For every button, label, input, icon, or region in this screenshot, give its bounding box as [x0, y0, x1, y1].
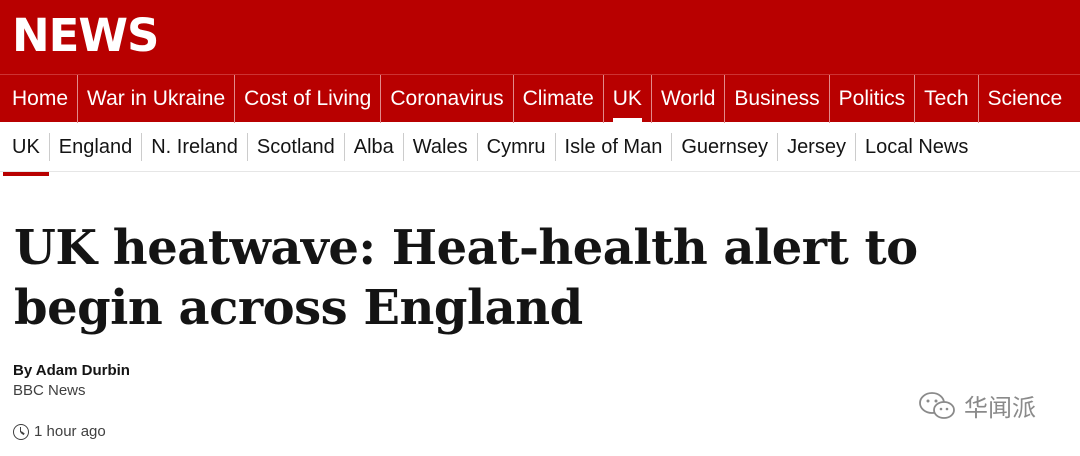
nav-item-cost-of-living[interactable]: Cost of Living: [235, 74, 382, 123]
clock-icon: [13, 423, 29, 440]
nav-item-climate[interactable]: Climate: [514, 74, 604, 123]
subnav-item-cymru[interactable]: Cymru: [478, 132, 556, 161]
subnav-item-isle-of-man[interactable]: Isle of Man: [556, 132, 673, 161]
timestamp-text: 1 hour ago: [34, 423, 106, 440]
nav-item-tech[interactable]: Tech: [915, 74, 979, 123]
byline-organisation: BBC News: [13, 382, 86, 399]
subnav-item-jersey[interactable]: Jersey: [778, 132, 856, 161]
article-headline: UK heatwave: Heat-health alert to begin …: [14, 218, 1064, 338]
subnav-item-england[interactable]: England: [50, 132, 143, 161]
nav-item-politics[interactable]: Politics: [830, 74, 916, 123]
nav-item-business[interactable]: Business: [725, 74, 830, 123]
subnav-item-uk[interactable]: UK: [3, 132, 50, 176]
subnav-item-guernsey[interactable]: Guernsey: [672, 132, 779, 161]
subnav-item-alba[interactable]: Alba: [345, 132, 404, 161]
watermark-text: 华闻派: [964, 394, 1036, 422]
headline-line-2: begin across England: [14, 280, 583, 336]
nav-item-uk[interactable]: UK: [604, 74, 652, 123]
news-logo[interactable]: NEWS: [12, 11, 159, 61]
subnav-item-n-ireland[interactable]: N. Ireland: [142, 132, 248, 161]
subnav-item-wales[interactable]: Wales: [404, 132, 478, 161]
nav-item-war-in-ukraine[interactable]: War in Ukraine: [78, 74, 236, 123]
watermark: 华闻派: [918, 388, 1036, 423]
nav-item-world[interactable]: World: [652, 74, 726, 123]
article-timestamp: 1 hour ago: [13, 423, 106, 440]
byline-author: By Adam Durbin: [13, 362, 130, 379]
nav-item-home[interactable]: Home: [3, 74, 79, 123]
masthead: NEWS: [0, 0, 1080, 74]
headline-line-1: UK heatwave: Heat-health alert to: [14, 220, 918, 276]
nav-item-coronavirus[interactable]: Coronavirus: [381, 74, 514, 123]
wechat-icon: [919, 391, 955, 419]
secondary-nav: UK England N. Ireland Scotland Alba Wale…: [0, 122, 1080, 176]
subnav-item-scotland[interactable]: Scotland: [248, 132, 345, 161]
subnav-item-local-news[interactable]: Local News: [856, 133, 977, 161]
nav-item-science[interactable]: Science: [979, 75, 1072, 123]
primary-nav: Home War in Ukraine Cost of Living Coron…: [0, 74, 1080, 123]
